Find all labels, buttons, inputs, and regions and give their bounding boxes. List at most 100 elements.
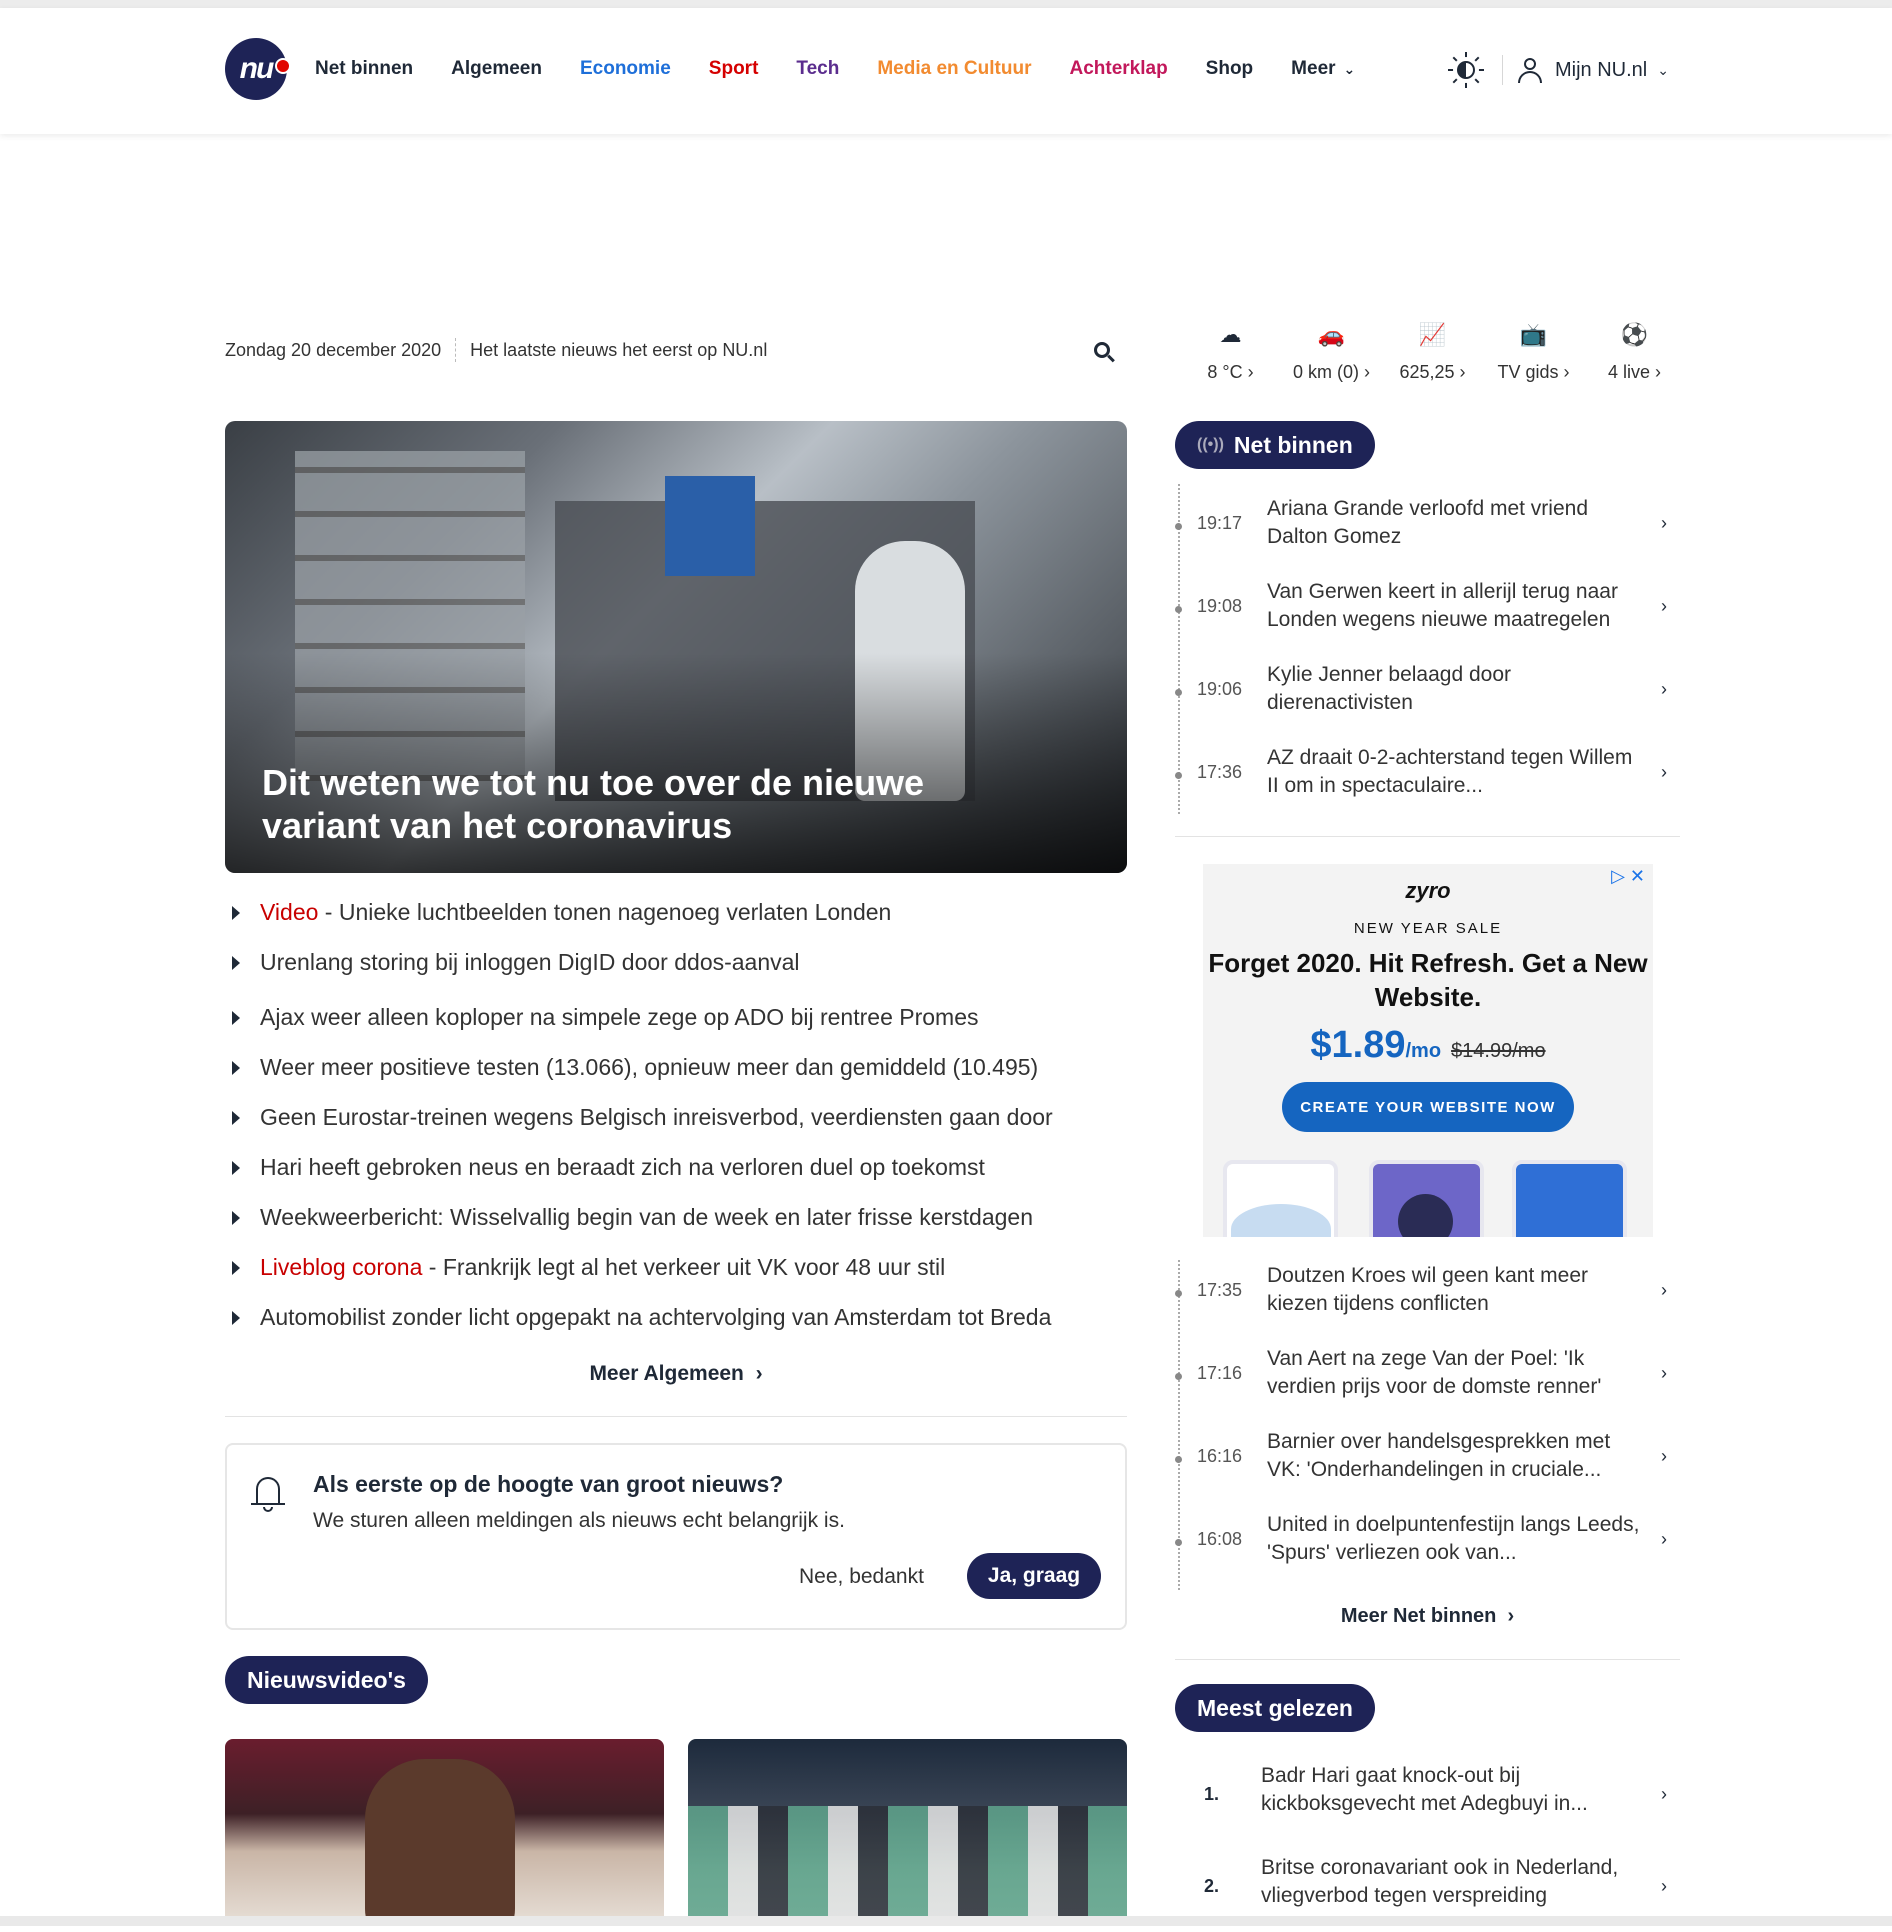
nieuwsvideos-title: Nieuwsvideo's (247, 1666, 406, 1693)
nav-item-net-binnen[interactable]: Net binnen (315, 58, 413, 80)
news-item-title[interactable]: Ajax weer alleen koploper na simpele zeg… (260, 1004, 979, 1030)
net-binnen-item[interactable]: 17:16 Van Aert na zege Van der Poel: 'Ik … (1175, 1337, 1675, 1420)
widget-value: 625,25 (1399, 362, 1455, 382)
nav-item-label: Tech (796, 58, 840, 79)
accept-button[interactable]: Ja, graag (967, 1553, 1101, 1599)
net-binnen-item[interactable]: 19:08 Van Gerwen keert in allerijl terug … (1175, 570, 1675, 653)
nav-item-shop[interactable]: Shop (1206, 58, 1254, 80)
nav-item-achterklap[interactable]: Achterklap (1069, 58, 1167, 80)
chevron-right-icon[interactable]: › (1661, 1280, 1667, 1301)
chevron-right-icon[interactable]: › (1661, 1876, 1667, 1897)
net-binnen-item[interactable]: 16:16 Barnier over handelsgesprekken met … (1175, 1420, 1675, 1503)
news-item[interactable]: Automobilist zonder licht opgepakt na ac… (225, 1298, 1127, 1348)
news-item-title[interactable]: Unieke luchtbeelden tonen nagenoeg verla… (339, 899, 891, 925)
item-title[interactable]: Ariana Grande verloofd met vriend Dalton… (1267, 495, 1647, 551)
news-item-title[interactable]: Geen Eurostar-treinen wegens Belgisch in… (260, 1104, 1053, 1130)
nav-item-sport[interactable]: Sport (709, 58, 759, 80)
news-item[interactable]: Liveblog corona - Frankrijk legt al het … (225, 1248, 1127, 1298)
item-title[interactable]: AZ draait 0-2-achterstand tegen Willem I… (1267, 744, 1647, 800)
nieuwsvideos-heading: Nieuwsvideo's (225, 1656, 428, 1704)
news-item-title[interactable]: Hari heeft gebroken neus en beraadt zich… (260, 1154, 985, 1180)
current-date: Zondag 20 december 2020 (225, 339, 442, 360)
net-binnen-item[interactable]: 17:35 Doutzen Kroes wil geen kant meer ki… (1175, 1254, 1675, 1337)
nav-item-tech[interactable]: Tech (796, 58, 839, 80)
chevron-right-icon[interactable]: › (1661, 679, 1667, 700)
widget-label: 4 live › (1584, 362, 1685, 383)
video-thumbnail[interactable] (688, 1739, 1127, 1926)
hero-image-screen (665, 476, 755, 576)
widget-weather[interactable]: ☁ 8 °C › (1180, 322, 1281, 383)
nav-item-label: Net binnen (315, 58, 414, 79)
news-item-title[interactable]: Automobilist zonder licht opgepakt na ac… (260, 1304, 1051, 1330)
net-binnen-item[interactable]: 17:36 AZ draait 0-2-achterstand tegen Wil… (1175, 736, 1675, 819)
ad-phone-mockup (1512, 1160, 1627, 1237)
user-icon[interactable] (1517, 57, 1543, 83)
news-item-title[interactable]: Weer meer positieve testen (13.066), opn… (260, 1054, 1038, 1080)
item-title[interactable]: Van Gerwen keert in allerijl terug naar … (1267, 578, 1647, 634)
net-binnen-item[interactable]: 16:08 United in doelpuntenfestijn langs L… (1175, 1503, 1675, 1586)
chevron-right-icon[interactable]: › (1661, 762, 1667, 783)
nav-item-algemeen[interactable]: Algemeen (451, 58, 542, 80)
news-item[interactable]: Ajax weer alleen koploper na simpele zeg… (225, 998, 1127, 1048)
search-icon[interactable] (1094, 342, 1116, 364)
timeline-dot (1175, 689, 1182, 696)
news-item[interactable]: Weekweerbericht: Wisselvallig begin van … (225, 1198, 1127, 1248)
news-item[interactable]: Weer meer positieve testen (13.066), opn… (225, 1048, 1127, 1098)
nav-item-media-en-cultuur[interactable]: Media en Cultuur (877, 58, 1031, 80)
theme-toggle-icon[interactable] (1448, 52, 1484, 88)
item-title[interactable]: Barnier over handelsgesprekken met VK: '… (1267, 1428, 1647, 1484)
nav-item-meer[interactable]: Meer ⌄ (1291, 58, 1355, 80)
nav-item-economie[interactable]: Economie (580, 58, 671, 80)
nu-logo[interactable]: nu (225, 38, 291, 100)
advertisement[interactable]: ▷ ✕ zyro NEW YEAR SALE Forget 2020. Hit … (1203, 864, 1653, 1237)
timeline-dot (1175, 1373, 1182, 1380)
widget-live[interactable]: ⚽ 4 live › (1584, 322, 1685, 383)
news-item[interactable]: Hari heeft gebroken neus en beraadt zich… (225, 1148, 1127, 1198)
item-rank: 2. (1204, 1876, 1220, 1896)
account-link[interactable]: Mijn NU.nl (1555, 59, 1647, 82)
news-item[interactable]: Urenlang storing bij inloggen DigID door… (225, 943, 1127, 998)
chevron-right-icon[interactable]: › (1661, 596, 1667, 617)
news-item[interactable]: Video - Unieke luchtbeelden tonen nageno… (225, 893, 1127, 943)
item-time: 17:36 (1197, 762, 1243, 782)
widget-tv[interactable]: 📺 TV gids › (1483, 322, 1584, 383)
timeline-dot (1175, 1539, 1182, 1546)
news-item-category[interactable]: Video (260, 899, 318, 925)
widget-label: 0 km (0) › (1281, 362, 1382, 383)
video-thumbnail[interactable] (225, 1739, 664, 1926)
widget-stocks[interactable]: 📈 625,25 › (1382, 322, 1483, 383)
item-title[interactable]: Britse coronavariant ook in Nederland, v… (1261, 1854, 1661, 1910)
chevron-right-icon: › (1501, 1605, 1515, 1627)
hero-article[interactable]: Dit weten we tot nu toe over de nieuwe v… (225, 421, 1127, 873)
item-title[interactable]: Van Aert na zege Van der Poel: 'Ik verdi… (1267, 1345, 1647, 1401)
news-item-title[interactable]: Weekweerbericht: Wisselvallig begin van … (260, 1204, 1033, 1230)
chevron-right-icon[interactable]: › (1661, 513, 1667, 534)
chevron-right-icon[interactable]: › (1661, 1363, 1667, 1384)
net-binnen-item[interactable]: 19:06 Kylie Jenner belaagd door dierenact… (1175, 653, 1675, 736)
news-item-title[interactable]: Urenlang storing bij inloggen DigID door… (260, 949, 800, 975)
meer-net-binnen-link[interactable]: Meer Net binnen › (1175, 1605, 1680, 1628)
widget-traffic[interactable]: 🚗 0 km (0) › (1281, 322, 1382, 383)
item-title[interactable]: United in doelpuntenfestijn langs Leeds,… (1267, 1511, 1647, 1567)
chevron-down-icon[interactable]: ⌄ (1657, 62, 1669, 79)
ad-cta-button[interactable]: CREATE YOUR WEBSITE NOW (1282, 1082, 1574, 1132)
nav-item-label: Algemeen (451, 58, 542, 79)
chevron-right-icon[interactable]: › (1661, 1529, 1667, 1550)
meer-algemeen-link[interactable]: Meer Algemeen › (225, 1362, 1127, 1386)
item-title[interactable]: Badr Hari gaat knock-out bij kickboksgev… (1261, 1762, 1661, 1818)
item-title[interactable]: Doutzen Kroes wil geen kant meer kiezen … (1267, 1262, 1647, 1318)
item-title[interactable]: Kylie Jenner belaagd door dierenactivist… (1267, 661, 1647, 717)
meest-gelezen-item[interactable]: 1. Badr Hari gaat knock-out bij kickboksg… (1175, 1748, 1680, 1840)
news-item-title[interactable]: Frankrijk legt al het verkeer uit VK voo… (443, 1254, 945, 1280)
decline-button[interactable]: Nee, bedankt (799, 1565, 924, 1589)
net-binnen-heading[interactable]: ((•)) Net binnen (1175, 421, 1375, 469)
chevron-right-icon[interactable]: › (1661, 1446, 1667, 1467)
news-item-category[interactable]: Liveblog corona (260, 1254, 422, 1280)
timeline-dot (1175, 606, 1182, 613)
chevron-right-icon[interactable]: › (1661, 1784, 1667, 1805)
widget-label: 8 °C › (1180, 362, 1281, 383)
net-binnen-item[interactable]: 19:17 Ariana Grande verloofd met vriend D… (1175, 487, 1675, 570)
news-item[interactable]: Geen Eurostar-treinen wegens Belgisch in… (225, 1098, 1127, 1148)
chevron-right-icon: › (1650, 362, 1662, 382)
hero-title[interactable]: Dit weten we tot nu toe over de nieuwe v… (262, 761, 1022, 847)
